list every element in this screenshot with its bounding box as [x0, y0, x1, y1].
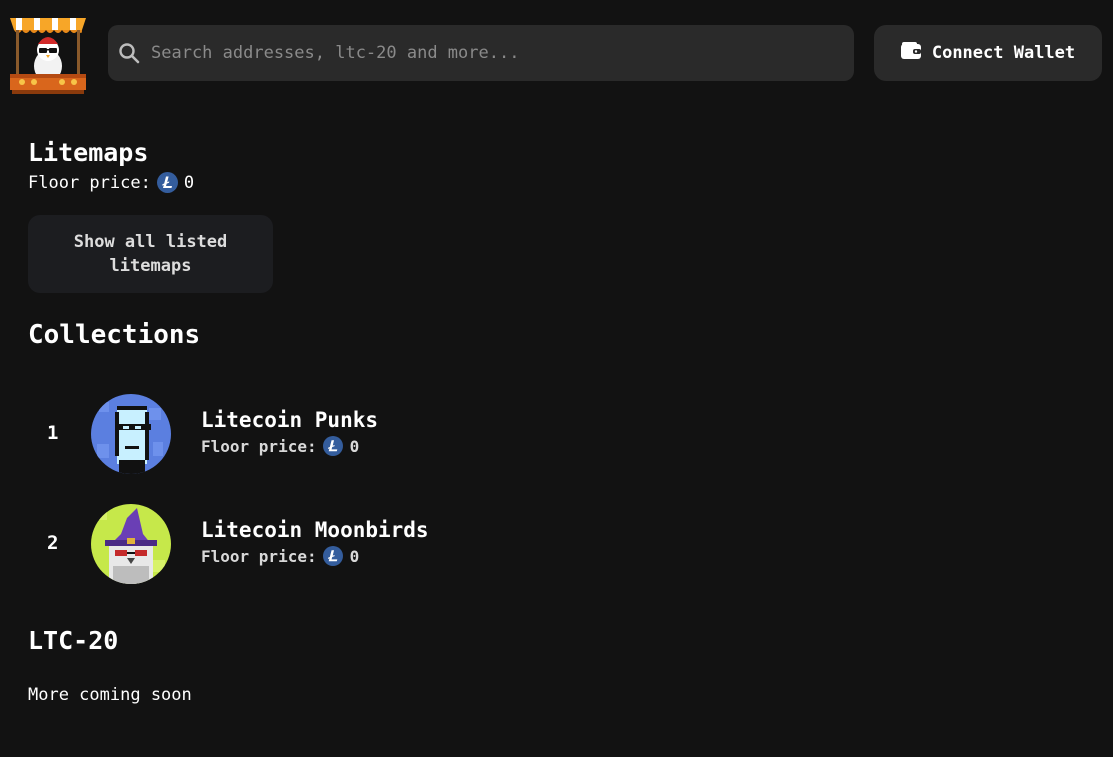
collection-name: Litecoin Punks	[201, 408, 379, 432]
connect-wallet-button[interactable]: Connect Wallet	[874, 25, 1102, 81]
search-icon	[118, 42, 140, 64]
litecoin-punks-avatar	[91, 394, 171, 474]
litemaps-title: Litemaps	[28, 138, 149, 167]
litemaps-floor-price: Floor price: 0	[28, 172, 194, 193]
connect-wallet-label: Connect Wallet	[931, 43, 1076, 63]
floor-label: Floor price:	[28, 172, 151, 193]
collection-row-litecoin-punks[interactable]: 1 Litecoin Punks Floor price: 0	[0, 394, 600, 476]
litecoin-icon	[322, 546, 344, 567]
search-bar[interactable]	[108, 25, 854, 81]
collection-row-litecoin-moonbirds[interactable]: 2 Litecoin Moonbirds Floor price: 0	[0, 504, 600, 586]
collection-rank: 2	[47, 532, 59, 554]
collection-rank: 1	[47, 422, 59, 444]
collection-name: Litecoin Moonbirds	[201, 518, 429, 542]
floor-label: Floor price:	[201, 547, 317, 566]
ltc20-title: LTC-20	[28, 626, 119, 655]
collection-floor-price: Floor price: 0	[201, 436, 359, 457]
litecoin-icon	[322, 436, 344, 457]
floor-value: 0	[349, 437, 360, 456]
floor-value: 0	[349, 547, 360, 566]
top-header: Connect Wallet	[0, 0, 1113, 105]
collection-floor-price: Floor price: 0	[201, 546, 359, 567]
show-all-litemaps-label: Show all listed litemaps	[73, 232, 228, 276]
litecoin-moonbirds-avatar	[91, 504, 171, 584]
litecoin-icon	[156, 172, 178, 193]
site-logo[interactable]	[8, 12, 88, 98]
show-all-litemaps-button[interactable]: Show all listed litemaps	[28, 215, 273, 293]
floor-label: Floor price:	[201, 437, 317, 456]
floor-value: 0	[183, 172, 195, 193]
market-stall-logo-icon	[10, 18, 86, 94]
collections-title: Collections	[28, 320, 201, 350]
wallet-icon	[900, 42, 922, 64]
search-input[interactable]	[151, 25, 841, 81]
ltc20-coming-soon: More coming soon	[28, 685, 192, 705]
